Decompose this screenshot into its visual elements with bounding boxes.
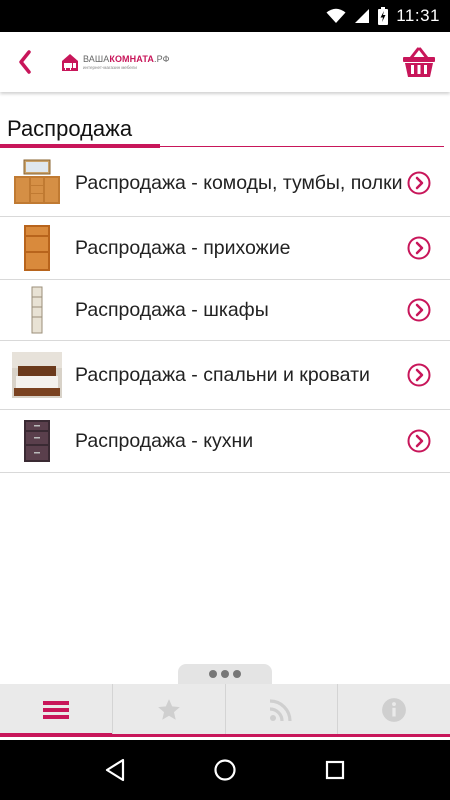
triangle-back-icon [105,758,125,782]
category-list: Распродажа - комоды, тумбы, полки Распро… [0,150,450,473]
dresser-thumb [12,158,62,208]
chevron-right-circle-icon [407,236,431,260]
status-time: 11:31 [396,6,440,25]
back-button[interactable] [10,44,40,80]
circle-home-icon [214,759,236,781]
info-icon [382,698,407,722]
chevron-right-circle-icon [407,298,431,322]
logo-name: ВАШАКОМНАТА.РФ [83,54,170,65]
nav-item-favorites[interactable] [113,684,226,736]
system-home-button[interactable] [205,750,245,790]
wifi-icon [326,8,346,24]
dot [233,670,241,678]
basket-icon [403,47,435,77]
list-item-label: Распродажа - комоды, тумбы, полки [75,171,403,194]
app-bar: ВАШАКОМНАТА.РФ интернет-магазин мебели [0,32,450,92]
chevron-right-circle-icon [407,363,431,387]
menu-icon [42,701,69,719]
tall-cabinet-thumb [12,285,62,335]
bottom-nav [0,684,450,736]
list-item-kitchens[interactable]: Распродажа - кухни [0,410,450,473]
dot [221,670,229,678]
list-item-label: Распродажа - прихожие [75,236,291,259]
list-item-hallways[interactable]: Распродажа - прихожие [0,217,450,280]
bedroom-thumb [12,350,62,400]
chevron-left-icon [19,50,31,74]
list-item-label: Распродажа - шкафы [75,298,269,321]
battery-charging-icon [378,7,389,25]
list-item-bedrooms[interactable]: Распродажа - спальни и кровати [0,341,450,410]
section-title: Распродажа [7,116,133,141]
more-dots-icon[interactable] [178,664,272,684]
rss-icon [270,699,292,722]
star-icon [157,699,180,720]
list-item-wardrobes[interactable]: Распродажа - шкафы [0,280,450,341]
chevron-right-circle-icon [407,429,431,453]
list-item-dressers[interactable]: Распродажа - комоды, тумбы, полки [0,150,450,217]
list-item-label: Распродажа - спальни и кровати [75,363,370,386]
dot [209,670,217,678]
signal-icon [354,8,370,24]
nav-item-info[interactable] [338,684,450,736]
list-item-label: Распродажа - кухни [75,429,254,452]
status-bar: 11:31 [0,0,450,32]
system-back-button[interactable] [95,750,135,790]
nav-item-menu[interactable] [0,684,113,736]
hallway-cabinet-thumb [12,223,62,273]
bottom-nav-accent-line [0,734,450,737]
chevron-right-circle-icon [407,171,431,195]
system-nav-bar [0,740,450,800]
logo-tagline: интернет-магазин мебели [83,65,137,71]
nav-item-news[interactable] [226,684,339,736]
square-recents-icon [325,760,345,780]
system-recents-button[interactable] [315,750,355,790]
section-underline [0,146,444,147]
logo[interactable]: ВАШАКОМНАТА.РФ интернет-магазин мебели [60,49,170,77]
kitchen-cabinet-thumb [12,416,62,466]
cart-button[interactable] [402,46,436,78]
logo-mark-icon [62,54,78,71]
